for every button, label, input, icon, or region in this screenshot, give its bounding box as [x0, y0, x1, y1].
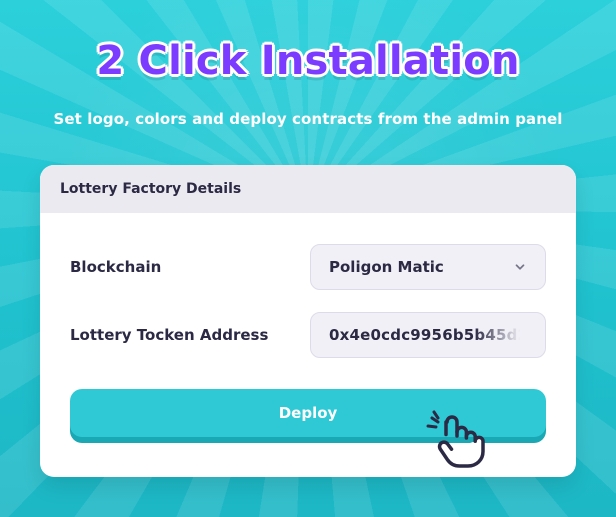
card-title: Lottery Factory Details — [60, 181, 242, 197]
page-subtitle: Set logo, colors and deploy contracts fr… — [53, 110, 563, 128]
token-address-value: 0x4e0cdc9956b5b45d2 — [329, 326, 529, 344]
token-address-label: Lottery Tocken Address — [70, 326, 269, 344]
blockchain-selected-value: Poligon Matic — [329, 258, 444, 276]
blockchain-select[interactable]: Poligon Matic — [310, 244, 546, 290]
blockchain-row: Blockchain Poligon Matic — [70, 243, 546, 291]
deploy-button[interactable]: Deploy — [70, 389, 546, 437]
lottery-factory-details-card: Lottery Factory Details Blockchain Polig… — [40, 165, 576, 477]
blockchain-label: Blockchain — [70, 258, 162, 276]
token-address-input[interactable]: 0x4e0cdc9956b5b45d2 — [310, 312, 546, 358]
card-header: Lottery Factory Details — [40, 165, 576, 213]
page-title: 2 Click Installation — [96, 38, 520, 84]
chevron-down-icon — [511, 258, 529, 276]
token-address-row: Lottery Tocken Address 0x4e0cdc9956b5b45… — [70, 311, 546, 359]
